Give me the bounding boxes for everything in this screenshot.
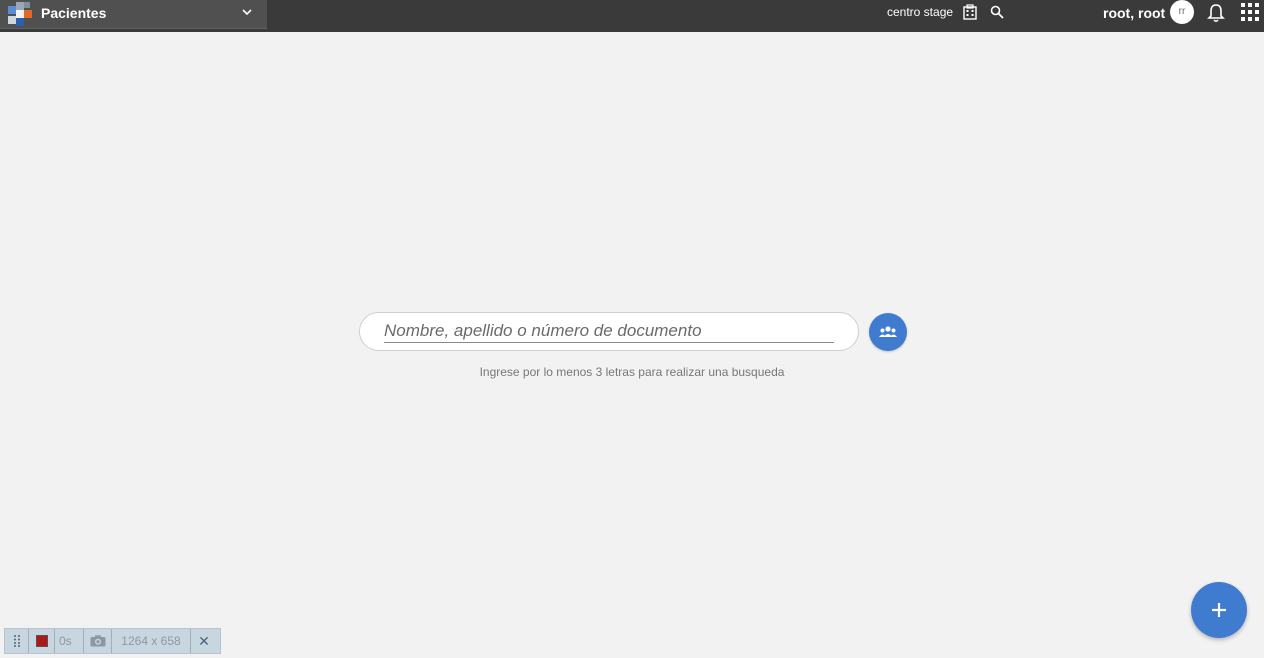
add-patient-button[interactable] — [1191, 582, 1247, 638]
group-search-button[interactable] — [869, 313, 907, 351]
patient-search-input[interactable] — [384, 319, 834, 343]
user-name[interactable]: root, root — [1103, 5, 1165, 21]
avatar[interactable]: rr — [1170, 0, 1194, 24]
camera-icon — [90, 635, 105, 647]
search-hint: Ingrese por lo menos 3 letras para reali… — [479, 365, 785, 379]
timer-label: 0s — [55, 629, 84, 653]
building-icon[interactable] — [962, 4, 978, 20]
viewport-size-label: 1264 x 658 — [112, 629, 191, 653]
top-bar: Pacientes centro stage root, root rr — [0, 0, 1264, 32]
screenshot-button[interactable] — [84, 629, 112, 653]
app-logo-icon — [8, 2, 32, 26]
search-box — [359, 312, 859, 351]
center-name[interactable]: centro stage — [887, 5, 953, 19]
close-icon: ✕ — [198, 632, 210, 649]
bell-icon[interactable] — [1207, 3, 1225, 23]
record-icon — [35, 635, 48, 647]
drag-handle[interactable] — [5, 629, 29, 653]
search-icon[interactable] — [990, 5, 1004, 19]
plus-icon — [1212, 603, 1226, 617]
module-label: Pacientes — [41, 5, 107, 21]
module-selector[interactable]: Pacientes — [0, 0, 267, 29]
record-button[interactable] — [29, 629, 55, 653]
debug-toolbar: 0s 1264 x 658 ✕ — [4, 628, 221, 654]
group-icon — [879, 326, 897, 337]
chevron-down-icon[interactable] — [241, 6, 253, 18]
apps-grid-icon[interactable] — [1241, 3, 1259, 21]
drag-handle-icon — [13, 635, 20, 647]
close-debug-button[interactable]: ✕ — [191, 629, 217, 653]
